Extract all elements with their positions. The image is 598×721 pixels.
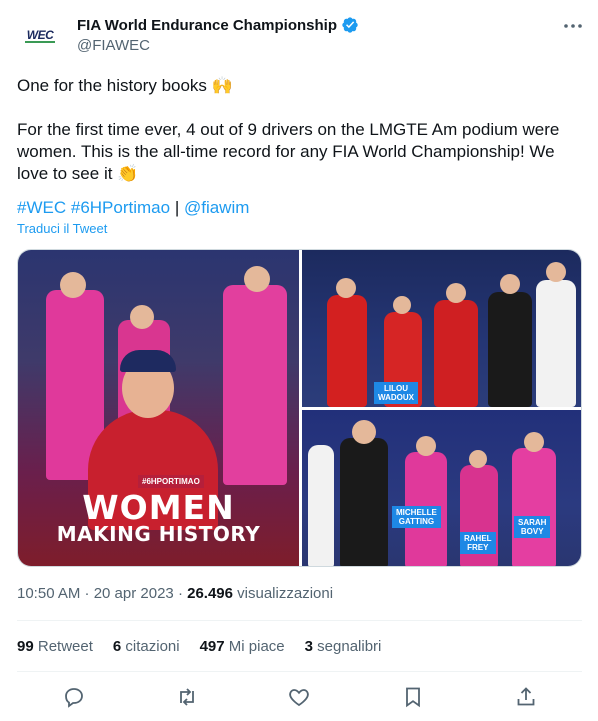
photo-head xyxy=(393,296,411,314)
retweets-count: 99 xyxy=(17,638,34,655)
author-handle[interactable]: @FIAWEC xyxy=(77,37,150,54)
tag-separator: | xyxy=(174,198,180,217)
bookmarks-label: segnalibri xyxy=(313,638,382,655)
quotes-label: citazioni xyxy=(121,638,180,655)
likes-stat[interactable]: 497 Mi piace xyxy=(200,638,285,655)
photo-driver xyxy=(223,285,287,485)
name-tag-bovy: SARAH BOVY xyxy=(514,516,551,538)
bookmarks-stat[interactable]: 3 segnalibri xyxy=(305,638,382,655)
author-name-row: FIA World Endurance Championship xyxy=(77,16,359,34)
likes-label: Mi piace xyxy=(224,638,285,655)
quotes-count: 6 xyxy=(112,638,122,655)
retweets-label: Retweet xyxy=(33,638,93,655)
tweet-timestamp: 10:50 AM · 20 apr 2023 · 26.496 visualiz… xyxy=(17,585,333,602)
photo-head xyxy=(469,450,487,468)
name-tag-wadoux: LILOU WADOUX xyxy=(374,382,418,404)
more-options-icon[interactable] xyxy=(561,14,585,38)
tweet-actions xyxy=(17,685,582,709)
photo-head xyxy=(524,432,544,452)
avatar[interactable]: WEC xyxy=(17,12,63,58)
photo-head xyxy=(500,274,520,294)
photo-head xyxy=(244,266,270,292)
name-tag-first: LILOU xyxy=(384,384,408,393)
quotes-stat[interactable]: 6 citazioni xyxy=(113,638,180,655)
wec-logo: WEC xyxy=(26,28,54,42)
like-icon[interactable] xyxy=(287,685,311,709)
hashtag-wec[interactable]: #WEC xyxy=(17,198,66,217)
logo-stripe xyxy=(25,41,55,43)
tweet-line-2: For the first time ever, 4 out of 9 driv… xyxy=(17,120,560,183)
tweet-tags: #WEC #6HPortimao | @fiawim xyxy=(17,198,249,218)
tweet-media-grid: WOMEN MAKING HISTORY #6HPORTIMAO LILOU W… xyxy=(17,249,582,567)
photo-head xyxy=(60,272,86,298)
media-photo-women-making-history[interactable]: WOMEN MAKING HISTORY #6HPORTIMAO xyxy=(18,250,299,566)
name-tag-first: MICHELLE xyxy=(396,508,437,517)
photo-driver xyxy=(434,300,478,407)
tweet-line-1: One for the history books 🙌 xyxy=(17,76,233,95)
mention-fiawim[interactable]: @fiawim xyxy=(184,198,249,217)
bookmarks-count: 3 xyxy=(304,638,313,655)
photo-driver xyxy=(340,438,388,566)
photo-helmet xyxy=(120,350,176,372)
author-display-name[interactable]: FIA World Endurance Championship xyxy=(77,17,337,34)
media-photo-podium-pink[interactable]: MICHELLE GATTING RAHEL FREY SARAH BOVY xyxy=(302,410,581,566)
left-hashtag-badge: #6HPORTIMAO xyxy=(138,475,204,488)
hashtag-6hportimao[interactable]: #6HPortimao xyxy=(71,198,170,217)
time-date[interactable]: 10:50 AM · 20 apr 2023 · xyxy=(17,585,187,602)
photo-head xyxy=(352,420,376,444)
views-label: visualizzazioni xyxy=(233,585,334,602)
divider-bottom xyxy=(17,671,582,672)
retweets-stat[interactable]: 99 Retweet xyxy=(17,638,93,655)
translate-tweet-link[interactable]: Traduci il Tweet xyxy=(17,221,107,236)
bookmark-icon[interactable] xyxy=(401,685,425,709)
photo-head xyxy=(130,305,154,329)
name-tag-gatting: MICHELLE GATTING xyxy=(392,506,441,528)
likes-count: 497 xyxy=(199,638,225,655)
photo-head xyxy=(546,262,566,282)
tweet-text: One for the history books 🙌 For the firs… xyxy=(17,75,577,207)
divider-top xyxy=(17,620,582,621)
name-tag-last: WADOUX xyxy=(378,393,414,402)
name-tag-last: BOVY xyxy=(520,527,544,536)
media-photo-podium-red[interactable]: LILOU WADOUX xyxy=(302,250,581,407)
photo-driver xyxy=(488,292,532,407)
photo-driver xyxy=(536,280,576,407)
tweet-header: WEC FIA World Endurance Championship @FI… xyxy=(17,12,587,60)
photo-driver xyxy=(512,448,556,566)
making-history-title: MAKING HISTORY xyxy=(56,522,261,546)
name-tag-first: RAHEL xyxy=(464,534,492,543)
tweet-stats: 99 Retweet 6 citazioni 497 Mi piace 3 se… xyxy=(17,638,381,655)
name-tag-first: SARAH xyxy=(518,518,547,527)
reply-icon[interactable] xyxy=(62,685,86,709)
photo-driver xyxy=(327,295,367,407)
retweet-icon[interactable] xyxy=(175,685,199,709)
verified-badge-icon xyxy=(342,17,358,33)
name-tag-last: GATTING xyxy=(398,517,435,526)
photo-driver xyxy=(308,445,334,566)
photo-head xyxy=(336,278,356,298)
name-tag-frey: RAHEL FREY xyxy=(460,532,496,554)
photo-head xyxy=(446,283,466,303)
share-icon[interactable] xyxy=(514,685,538,709)
views-count: 26.496 xyxy=(187,585,233,602)
photo-head xyxy=(416,436,436,456)
name-tag-last: FREY xyxy=(467,543,489,552)
